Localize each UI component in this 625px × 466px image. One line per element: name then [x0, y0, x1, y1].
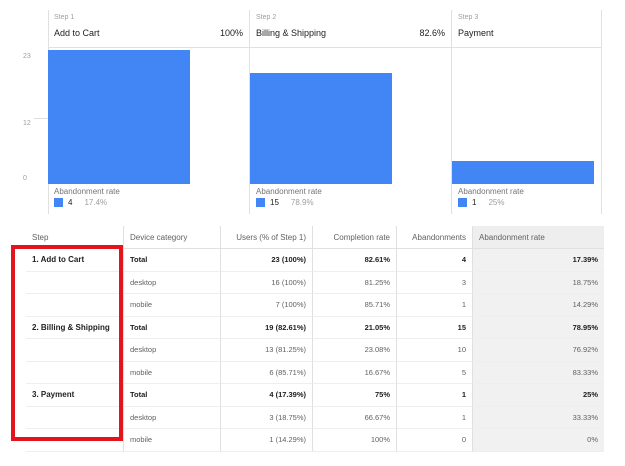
device-category-cell: desktop: [124, 339, 221, 362]
step-header: Step 3 Payment: [458, 14, 595, 50]
users-cell: 23 (100%): [221, 249, 313, 272]
abandonment-summary: Abandonment rate 1 25%: [458, 184, 524, 214]
users-cell: 4 (17.39%): [221, 384, 313, 407]
device-category-cell: desktop: [124, 271, 221, 294]
abandonment-rate-cell: 17.39%: [473, 249, 604, 272]
abandonments-cell: 1: [397, 384, 473, 407]
device-category-cell: Total: [124, 316, 221, 339]
abandonment-rate-cell: 83.33%: [473, 361, 604, 384]
users-cell: 7 (100%): [221, 294, 313, 317]
abandonment-label: Abandonment rate: [256, 187, 322, 196]
abandonment-rate-cell: 25%: [473, 384, 604, 407]
device-category-cell: Total: [124, 249, 221, 272]
funnel-bar[interactable]: [48, 50, 190, 184]
legend-swatch: [256, 198, 265, 207]
users-cell: 6 (85.71%): [221, 361, 313, 384]
device-category-cell: mobile: [124, 294, 221, 317]
device-category-cell: mobile: [124, 429, 221, 452]
abandonment-rate: 25%: [488, 198, 505, 207]
y-gridline: [34, 118, 48, 119]
funnel-step-3[interactable]: Step 3 Payment Abandonment rate 1 25%: [452, 10, 602, 214]
abandonment-summary: Abandonment rate 4 17.4%: [54, 184, 120, 214]
step-percent: 100%: [219, 28, 243, 38]
abandonment-rate-cell: 0%: [473, 429, 604, 452]
red-highlight-box: [11, 245, 123, 441]
completion-rate-cell: 21.05%: [313, 316, 397, 339]
abandonment-rate-cell: 33.33%: [473, 406, 604, 429]
abandonment-rate-cell: 76.92%: [473, 339, 604, 362]
column-header-abandonment-rate[interactable]: Abandonment rate: [473, 226, 604, 248]
completion-rate-cell: 82.61%: [313, 249, 397, 272]
step-divider: [250, 47, 451, 48]
users-cell: 3 (18.75%): [221, 406, 313, 429]
y-tick-label: 23: [23, 53, 31, 60]
funnel-bar[interactable]: [250, 73, 392, 184]
y-tick-label: 0: [23, 175, 27, 182]
abandonment-count: 1: [472, 198, 477, 207]
column-header-users[interactable]: Users (% of Step 1): [221, 226, 313, 248]
funnel-chart: 23 12 0 Step 1 Add to Cart 100% Abandonm…: [0, 0, 625, 218]
device-category-cell: mobile: [124, 361, 221, 384]
funnel-step-1[interactable]: Step 1 Add to Cart 100% Abandonment rate…: [48, 10, 250, 214]
users-cell: 1 (14.29%): [221, 429, 313, 452]
users-cell: 19 (82.61%): [221, 316, 313, 339]
abandonment-summary: Abandonment rate 15 78.9%: [256, 184, 322, 214]
abandonments-cell: 15: [397, 316, 473, 339]
step-number: Step 3: [458, 14, 479, 21]
abandonments-cell: 1: [397, 406, 473, 429]
abandonment-rate: 17.4%: [84, 198, 108, 207]
column-header-device-category[interactable]: Device category: [124, 226, 221, 248]
device-category-cell: desktop: [124, 406, 221, 429]
abandonment-count: 4: [68, 198, 73, 207]
abandonment-rate: 78.9%: [290, 198, 314, 207]
step-title: Add to Cart: [54, 28, 100, 38]
column-header-completion-rate[interactable]: Completion rate: [313, 226, 397, 248]
abandonments-cell: 0: [397, 429, 473, 452]
funnel-step-2[interactable]: Step 2 Billing & Shipping 82.6% Abandonm…: [250, 10, 452, 214]
abandonments-cell: 3: [397, 271, 473, 294]
step-header: Step 1 Add to Cart 100%: [54, 14, 243, 50]
step-number: Step 2: [256, 14, 277, 21]
completion-rate-cell: 81.25%: [313, 271, 397, 294]
abandonment-count: 15: [270, 198, 279, 207]
abandonment-label: Abandonment rate: [458, 187, 524, 196]
abandonment-label: Abandonment rate: [54, 187, 120, 196]
abandonments-cell: 1: [397, 294, 473, 317]
abandonments-cell: 10: [397, 339, 473, 362]
device-category-cell: Total: [124, 384, 221, 407]
legend-swatch: [458, 198, 467, 207]
users-cell: 16 (100%): [221, 271, 313, 294]
completion-rate-cell: 16.67%: [313, 361, 397, 384]
funnel-bar[interactable]: [452, 161, 594, 184]
completion-rate-cell: 75%: [313, 384, 397, 407]
step-number: Step 1: [54, 14, 75, 21]
abandonments-cell: 5: [397, 361, 473, 384]
abandonment-rate-cell: 78.95%: [473, 316, 604, 339]
users-cell: 13 (81.25%): [221, 339, 313, 362]
completion-rate-cell: 66.67%: [313, 406, 397, 429]
step-title: Billing & Shipping: [256, 28, 327, 38]
y-tick-label: 12: [23, 120, 31, 127]
completion-rate-cell: 85.71%: [313, 294, 397, 317]
column-header-abandonments[interactable]: Abandonments: [397, 226, 473, 248]
completion-rate-cell: 23.08%: [313, 339, 397, 362]
abandonment-rate-cell: 14.29%: [473, 294, 604, 317]
abandonment-rate-cell: 18.75%: [473, 271, 604, 294]
step-divider: [48, 47, 249, 48]
legend-swatch: [54, 198, 63, 207]
abandonments-cell: 4: [397, 249, 473, 272]
step-header: Step 2 Billing & Shipping 82.6%: [256, 14, 445, 50]
step-title: Payment: [458, 28, 494, 38]
completion-rate-cell: 100%: [313, 429, 397, 452]
step-percent: 82.6%: [419, 28, 445, 38]
step-divider: [452, 47, 601, 48]
